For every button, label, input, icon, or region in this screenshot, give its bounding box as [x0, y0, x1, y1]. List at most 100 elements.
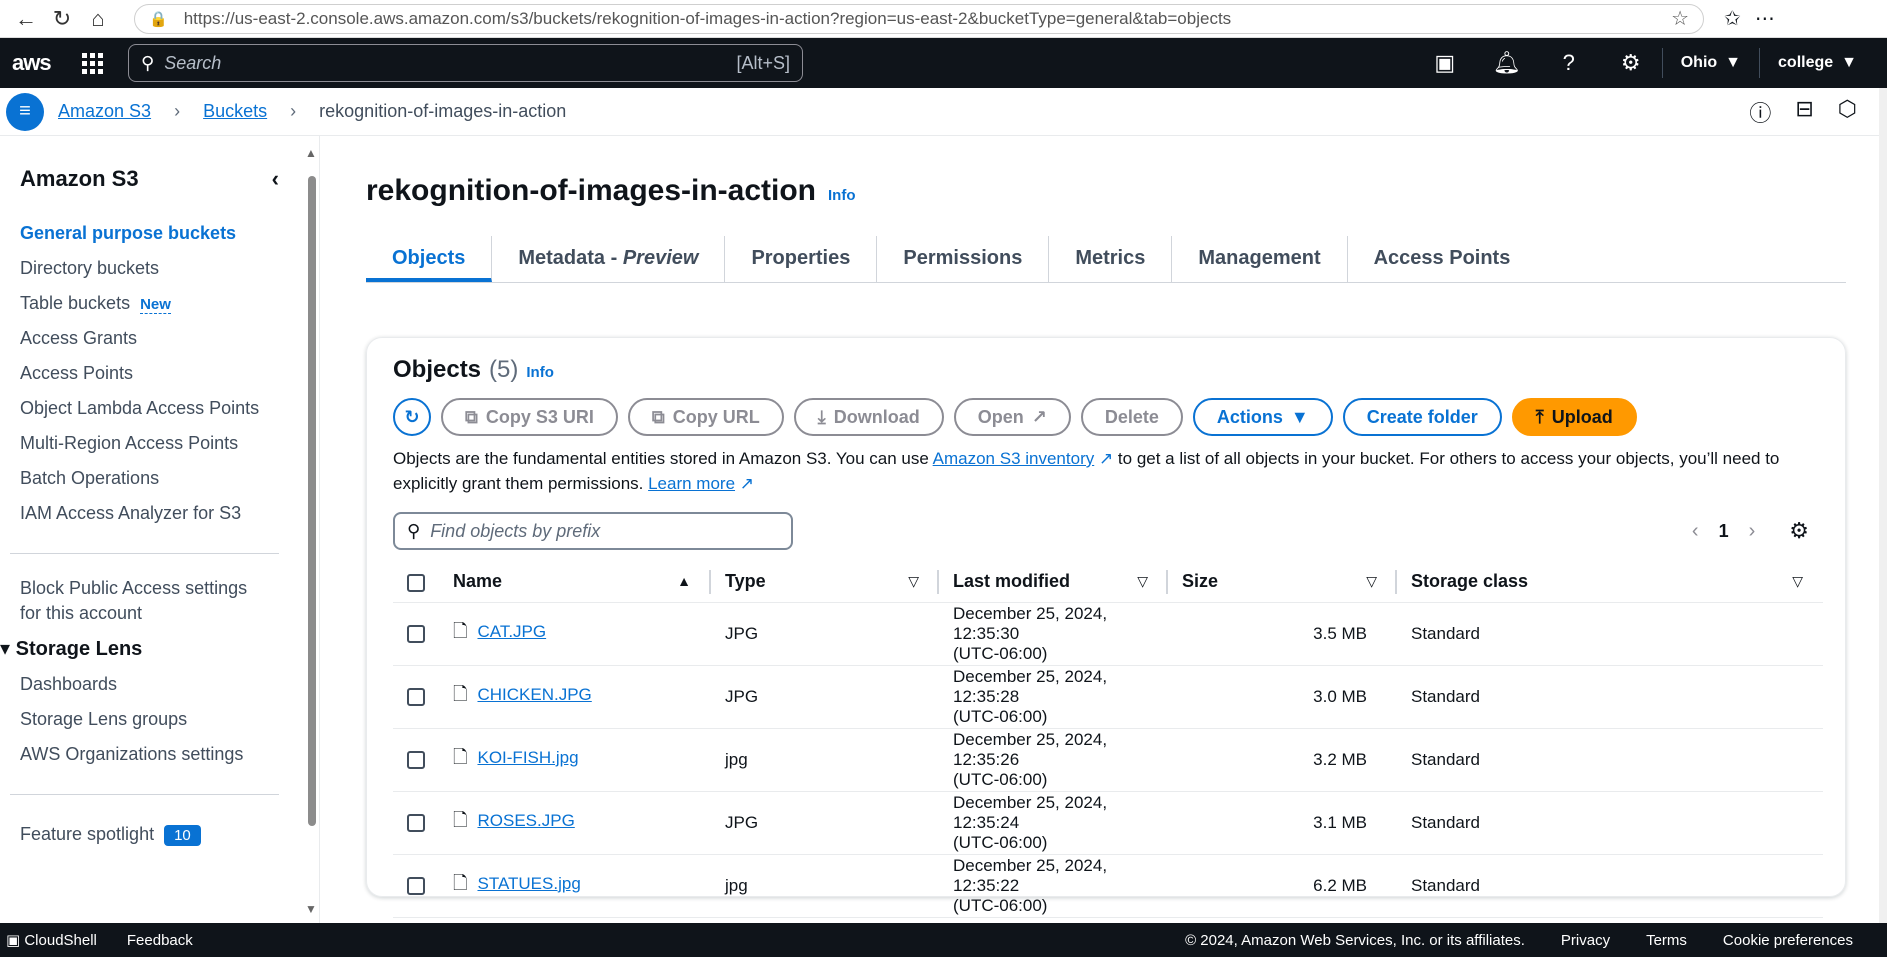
- file-icon: 🗋: [453, 809, 468, 830]
- info-icon[interactable]: ⓘ: [1749, 96, 1771, 128]
- cloudshell-icon[interactable]: ▣: [1414, 38, 1476, 88]
- page-number[interactable]: 1: [1719, 521, 1729, 542]
- sidebar-item-access-grants[interactable]: Access Grants: [20, 321, 319, 356]
- sidebar-item-iam-access-analyzer[interactable]: IAM Access Analyzer for S3: [20, 496, 319, 531]
- star-icon[interactable]: ☆: [1671, 6, 1689, 31]
- sidebar-item-block-public-access[interactable]: Block Public Access settings for this ac…: [20, 576, 270, 626]
- hex-icon[interactable]: ⬡: [1838, 96, 1857, 128]
- object-name-link[interactable]: CHICKEN.JPG: [477, 685, 591, 704]
- breadcrumb-amazon-s3[interactable]: Amazon S3: [58, 101, 151, 121]
- account-dropdown[interactable]: college ▼: [1759, 48, 1875, 78]
- sort-asc-icon[interactable]: ▲: [677, 573, 691, 589]
- breadcrumb-buckets[interactable]: Buckets: [203, 101, 267, 121]
- tab-permissions[interactable]: Permissions: [877, 236, 1050, 282]
- help-icon[interactable]: ?: [1538, 38, 1600, 88]
- upload-button[interactable]: ⤒ Upload: [1511, 398, 1637, 436]
- column-size[interactable]: Size ▽: [1168, 562, 1397, 603]
- menu-icon[interactable]: ≡: [6, 92, 44, 131]
- home-icon[interactable]: ⌂: [80, 4, 116, 34]
- actions-button[interactable]: Actions ▼: [1192, 398, 1333, 436]
- tab-properties[interactable]: Properties: [725, 236, 878, 282]
- prev-page-icon[interactable]: ‹: [1692, 520, 1699, 543]
- services-grid-icon[interactable]: [72, 43, 112, 83]
- collapse-icon[interactable]: ‹: [272, 166, 279, 192]
- sidebar-item-general-purpose-buckets[interactable]: General purpose buckets: [20, 216, 319, 251]
- more-icon[interactable]: ⋯: [1755, 6, 1775, 31]
- tab-management[interactable]: Management: [1172, 236, 1348, 282]
- sort-icon[interactable]: ▽: [908, 573, 919, 590]
- object-storage-class: Standard: [1397, 791, 1823, 855]
- next-page-icon[interactable]: ›: [1749, 520, 1756, 543]
- breadcrumb: Amazon S3 › Buckets › rekognition-of-ima…: [58, 101, 566, 122]
- search-input[interactable]: ⚲ Search [Alt+S]: [128, 44, 803, 82]
- gear-icon[interactable]: ⚙: [1789, 518, 1809, 544]
- scroll-down-icon[interactable]: ▼: [305, 902, 317, 916]
- scroll-up-icon[interactable]: ▲: [305, 146, 317, 160]
- sidebar-item-directory-buckets[interactable]: Directory buckets: [20, 251, 319, 286]
- open-button[interactable]: Open ↗: [953, 398, 1071, 436]
- tab-metadata[interactable]: Metadata - Preview: [492, 236, 726, 282]
- object-name-link[interactable]: CAT.JPG: [477, 622, 546, 641]
- tab-metrics[interactable]: Metrics: [1049, 236, 1173, 282]
- find-objects-input[interactable]: ⚲ Find objects by prefix: [393, 512, 793, 550]
- panel-toggle-icon[interactable]: ⊟: [1795, 96, 1813, 128]
- privacy-link[interactable]: Privacy: [1561, 932, 1610, 949]
- sort-icon[interactable]: ▽: [1137, 573, 1148, 590]
- terms-link[interactable]: Terms: [1646, 932, 1687, 949]
- create-folder-button[interactable]: Create folder: [1342, 398, 1502, 436]
- sidebar-item-org-settings[interactable]: AWS Organizations settings: [20, 737, 319, 772]
- sidebar-item-object-lambda[interactable]: Object Lambda Access Points: [20, 391, 319, 426]
- sidebar-item-batch-operations[interactable]: Batch Operations: [20, 461, 319, 496]
- row-checkbox[interactable]: [407, 688, 425, 707]
- aws-logo[interactable]: aws: [12, 50, 66, 76]
- feature-spotlight[interactable]: Feature spotlight 10: [20, 817, 319, 852]
- page-scrollbar[interactable]: [1879, 88, 1887, 923]
- copy-url-button[interactable]: ⧉ Copy URL: [627, 398, 784, 436]
- sort-icon[interactable]: ▽: [1792, 573, 1803, 590]
- info-link[interactable]: Info: [526, 364, 554, 381]
- cookie-preferences-link[interactable]: Cookie preferences: [1723, 932, 1853, 949]
- region-dropdown[interactable]: Ohio ▼: [1661, 48, 1759, 78]
- back-icon[interactable]: ←: [8, 4, 44, 34]
- storage-lens-header[interactable]: ▾ Storage Lens: [0, 636, 319, 661]
- s3-inventory-link[interactable]: Amazon S3 inventory: [933, 449, 1095, 468]
- row-checkbox[interactable]: [407, 625, 425, 644]
- row-checkbox[interactable]: [407, 877, 425, 896]
- column-storage-class[interactable]: Storage class ▽: [1397, 562, 1823, 603]
- column-last-modified[interactable]: Last modified ▽: [939, 562, 1168, 603]
- url-text[interactable]: https://us-east-2.console.aws.amazon.com…: [184, 9, 1671, 29]
- learn-more-link[interactable]: Learn more: [648, 474, 735, 493]
- download-button[interactable]: ⤓ Download: [793, 398, 944, 436]
- sidebar-item-dashboards[interactable]: Dashboards: [20, 667, 319, 702]
- tab-access-points[interactable]: Access Points: [1348, 236, 1537, 282]
- tab-objects[interactable]: Objects: [366, 236, 493, 282]
- object-name-link[interactable]: STATUES.jpg: [477, 874, 580, 893]
- object-name-link[interactable]: ROSES.JPG: [477, 811, 574, 830]
- refresh-button[interactable]: ↻: [393, 398, 431, 436]
- object-last-modified: December 25, 2024, 12:35:26 (UTC-06:00): [939, 728, 1168, 792]
- bell-icon[interactable]: 🔔︎: [1476, 38, 1538, 88]
- row-checkbox[interactable]: [407, 751, 425, 770]
- scroll-thumb[interactable]: [308, 176, 316, 826]
- cloudshell-button[interactable]: ▣ CloudShell: [6, 931, 97, 949]
- column-name[interactable]: Name ▲: [439, 562, 711, 603]
- sort-icon[interactable]: ▽: [1366, 573, 1377, 590]
- row-checkbox[interactable]: [407, 814, 425, 833]
- delete-button[interactable]: Delete: [1080, 398, 1183, 436]
- select-all-checkbox[interactable]: [407, 573, 425, 592]
- column-type[interactable]: Type ▽: [711, 562, 939, 603]
- sidebar-scrollbar[interactable]: ▲ ▼: [305, 146, 319, 916]
- object-name-link[interactable]: KOI-FISH.jpg: [477, 748, 578, 767]
- info-link[interactable]: Info: [828, 187, 856, 204]
- copy-s3-uri-button[interactable]: ⧉ Copy S3 URI: [441, 398, 618, 436]
- sidebar-item-multi-region[interactable]: Multi-Region Access Points: [20, 426, 319, 461]
- gear-icon[interactable]: ⚙: [1600, 38, 1662, 88]
- reload-icon[interactable]: ↻: [44, 4, 80, 34]
- favorites-icon[interactable]: ✩: [1724, 6, 1741, 31]
- column-label: Size: [1182, 571, 1219, 592]
- sidebar-item-table-buckets[interactable]: Table buckets New: [20, 286, 319, 321]
- sidebar-item-storage-lens-groups[interactable]: Storage Lens groups: [20, 702, 319, 737]
- sidebar-item-access-points[interactable]: Access Points: [20, 356, 319, 391]
- address-bar[interactable]: 🔒 https://us-east-2.console.aws.amazon.c…: [134, 3, 1704, 34]
- feedback-link[interactable]: Feedback: [127, 932, 193, 949]
